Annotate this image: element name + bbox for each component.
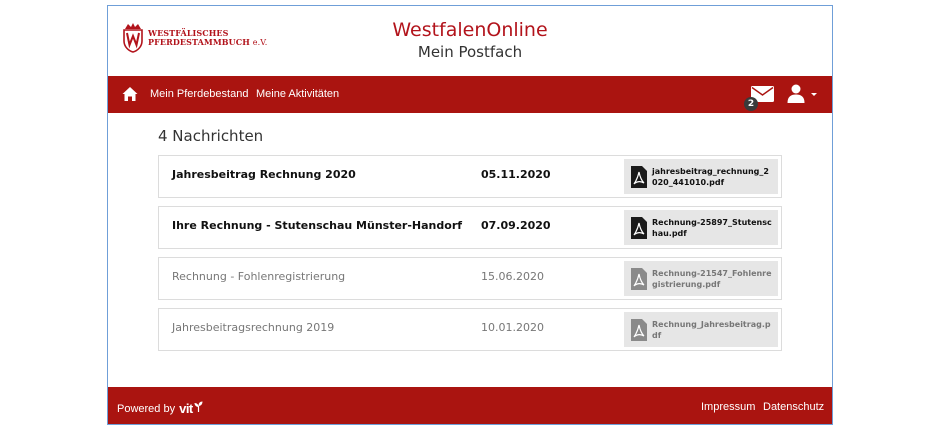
impressum-link[interactable]: Impressum [701,401,755,413]
user-icon [787,84,805,103]
attachment-button[interactable]: Rechnung-21547_Fohlenregistrierung.pdf [624,261,778,296]
title-block: WestfalenOnline Mein Postfach [108,19,832,62]
attachment-filename: Rechnung_Jahresbeitrag.pdf [652,319,771,340]
inbox: 4 Nachrichten Jahresbeitrag Rechnung 202… [108,113,832,386]
navbar: Mein Pferdebestand Meine Aktivitäten 2 [108,76,832,113]
message-subject: Jahresbeitrag Rechnung 2020 [172,168,356,181]
message-row[interactable]: Ihre Rechnung - Stutenschau Münster-Hand… [158,206,782,249]
message-date: 05.11.2020 [481,168,551,181]
message-date: 10.01.2020 [481,321,544,334]
home-button[interactable] [122,86,138,106]
powered-by-label: Powered by [117,402,176,415]
attachment-filename: Rechnung-21547_Fohlenregistrierung.pdf [652,268,772,289]
nav-pferdebestand[interactable]: Mein Pferdebestand [150,88,248,100]
message-subject: Rechnung - Fohlenregistrierung [172,270,346,283]
attachment-button[interactable]: Rechnung_Jahresbeitrag.pdf [624,312,778,347]
nav-aktivitaeten[interactable]: Meine Aktivitäten [256,88,339,100]
pdf-icon [631,216,647,239]
attachment-button[interactable]: Rechnung-25897_Stutenschau.pdf [624,210,778,245]
message-list: Jahresbeitrag Rechnung 2020 05.11.2020 j… [158,155,782,359]
message-date: 07.09.2020 [481,219,551,232]
datenschutz-link[interactable]: Datenschutz [763,401,824,413]
message-row[interactable]: Jahresbeitragsrechnung 2019 10.01.2020 R… [158,308,782,351]
attachment-filename: jahresbeitrag_rechnung_2020_441010.pdf [652,166,769,187]
pdf-icon [631,318,647,341]
attachment-button[interactable]: jahresbeitrag_rechnung_2020_441010.pdf [624,159,778,194]
sprout-icon [194,401,203,412]
app-window: WESTFÄLISCHES PFERDESTAMMBUCH e.V. Westf… [107,5,833,425]
app-title: WestfalenOnline [392,19,548,41]
vit-logo: vit [179,401,193,416]
message-count: 4 Nachrichten [158,127,264,145]
pdf-icon [631,165,647,188]
unread-badge: 2 [744,97,758,111]
message-subject: Jahresbeitragsrechnung 2019 [172,321,335,334]
message-row[interactable]: Jahresbeitrag Rechnung 2020 05.11.2020 j… [158,155,782,198]
pdf-icon [631,267,647,290]
message-subject: Ihre Rechnung - Stutenschau Münster-Hand… [172,219,463,232]
powered-by[interactable]: Powered by vit [117,401,203,416]
home-icon [122,87,138,101]
page-subtitle: Mein Postfach [417,43,523,61]
attachment-filename: Rechnung-25897_Stutenschau.pdf [652,217,772,238]
message-date: 15.06.2020 [481,270,544,283]
message-row[interactable]: Rechnung - Fohlenregistrierung 15.06.202… [158,257,782,300]
chevron-down-icon[interactable] [811,93,817,96]
user-menu-button[interactable] [787,84,805,107]
footer: Powered by vit Impressum Datenschutz [108,387,832,424]
header: WESTFÄLISCHES PFERDESTAMMBUCH e.V. Westf… [108,6,832,76]
